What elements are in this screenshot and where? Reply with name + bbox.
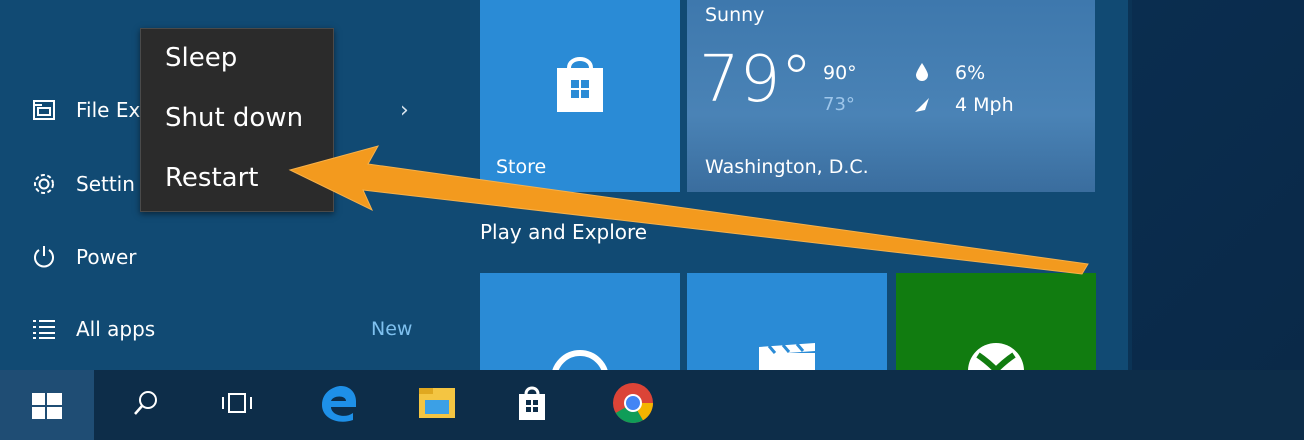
task-view-button[interactable] bbox=[214, 370, 260, 440]
edge-icon bbox=[319, 383, 359, 427]
start-button[interactable] bbox=[0, 370, 94, 440]
search-icon bbox=[133, 390, 159, 420]
chrome-icon bbox=[612, 382, 654, 428]
store-icon bbox=[516, 385, 548, 425]
task-view-icon bbox=[220, 392, 254, 418]
taskbar-search-button[interactable] bbox=[126, 370, 166, 440]
taskbar bbox=[0, 370, 1304, 440]
store-taskbar-button[interactable] bbox=[512, 370, 552, 440]
windows-start-icon bbox=[32, 393, 62, 425]
file-explorer-taskbar-button[interactable] bbox=[414, 370, 460, 440]
file-explorer-icon bbox=[417, 386, 457, 424]
edge-button[interactable] bbox=[316, 370, 362, 440]
chrome-button[interactable] bbox=[610, 370, 656, 440]
